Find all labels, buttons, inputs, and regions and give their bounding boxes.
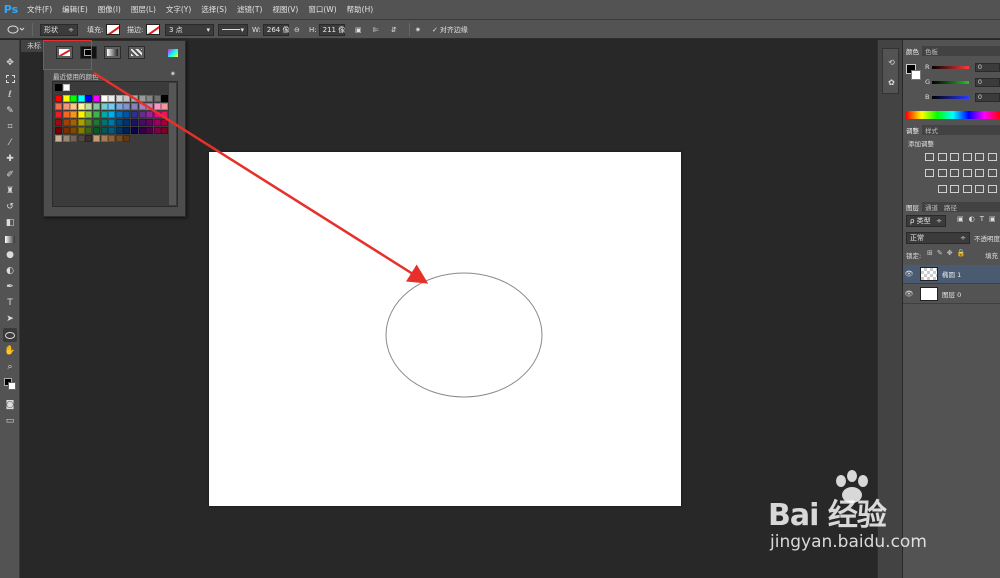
layer-thumbnail bbox=[920, 287, 938, 301]
blend-mode-value: 正常 bbox=[910, 234, 924, 242]
red-slider[interactable] bbox=[931, 65, 969, 69]
dock-strip: ⟲ ✿ bbox=[882, 48, 899, 94]
adjustment-icon[interactable] bbox=[950, 153, 959, 161]
tab-channels[interactable]: 通道 bbox=[922, 202, 941, 212]
baidu-jingyan-watermark: Bai 经验 jingyan.baidu.com bbox=[768, 470, 978, 565]
adjustment-icon[interactable] bbox=[962, 185, 972, 193]
adjustment-icon[interactable] bbox=[925, 153, 934, 161]
tab-paths[interactable]: 路径 bbox=[941, 202, 960, 212]
color-spectrum-bar[interactable] bbox=[906, 111, 1000, 119]
adjustment-icon[interactable] bbox=[962, 153, 972, 161]
green-slider[interactable] bbox=[931, 80, 969, 84]
adjustment-icon[interactable] bbox=[962, 169, 972, 177]
fill-label: 填充 bbox=[985, 252, 998, 260]
blend-mode-select[interactable]: 正常 ÷ bbox=[906, 232, 970, 244]
layer-thumbnail bbox=[920, 267, 938, 281]
history-icon[interactable]: ⟲ bbox=[883, 55, 900, 69]
adjustment-icon[interactable] bbox=[937, 153, 947, 161]
adjustment-icon[interactable] bbox=[937, 169, 947, 177]
layer-filter-select[interactable]: ρ 类型 ÷ bbox=[906, 215, 946, 227]
blue-channel-row[interactable]: B 0 bbox=[925, 92, 1000, 102]
background-color-swatch[interactable] bbox=[911, 70, 921, 80]
adjustment-icon[interactable] bbox=[937, 185, 947, 193]
layer-name: 椭圆 1 bbox=[942, 271, 962, 279]
lock-icons[interactable]: ⊞✎✥🔒 bbox=[927, 249, 969, 257]
eye-icon[interactable]: 👁 bbox=[903, 270, 915, 278]
red-channel-row[interactable]: R 0 bbox=[925, 62, 1000, 72]
color-panel-tabs: 颜色 色板 bbox=[903, 46, 1000, 56]
tab-adjustments[interactable]: 调整 bbox=[903, 125, 922, 135]
eye-icon[interactable]: 👁 bbox=[903, 290, 915, 298]
watermark-logo-text: Bai 经验 bbox=[768, 498, 887, 533]
tab-styles[interactable]: 样式 bbox=[922, 125, 941, 135]
add-adjustment-label: 添加调整 bbox=[908, 140, 934, 148]
adjustment-icon[interactable] bbox=[975, 169, 984, 177]
blue-value[interactable]: 0 bbox=[974, 92, 1000, 102]
tab-swatches[interactable]: 色板 bbox=[922, 46, 941, 56]
layer-name: 图层 0 bbox=[942, 291, 962, 299]
blue-slider[interactable] bbox=[931, 95, 969, 99]
adjustment-icon[interactable] bbox=[975, 153, 984, 161]
adjustments-panel-tabs: 调整 样式 bbox=[903, 125, 1000, 135]
tab-color[interactable]: 颜色 bbox=[903, 46, 922, 56]
tab-layers[interactable]: 图层 bbox=[903, 202, 922, 212]
layer-filter-value: ρ 类型 bbox=[910, 217, 931, 225]
opacity-label: 不透明度 bbox=[974, 235, 1000, 243]
layer-row-ellipse[interactable]: 👁 椭圆 1 bbox=[903, 265, 1000, 284]
adjustment-icon[interactable] bbox=[950, 185, 959, 193]
adjustment-icon[interactable] bbox=[925, 169, 934, 177]
green-value[interactable]: 0 bbox=[974, 77, 1000, 87]
lock-label: 锁定: bbox=[906, 252, 922, 260]
adjustment-icon[interactable] bbox=[987, 169, 997, 177]
brush-preset-icon[interactable]: ✿ bbox=[883, 75, 900, 89]
watermark-url: jingyan.baidu.com bbox=[770, 532, 927, 552]
red-value[interactable]: 0 bbox=[974, 62, 1000, 72]
adjustment-icon[interactable] bbox=[987, 153, 997, 161]
layer-row-background[interactable]: 👁 图层 0 bbox=[903, 285, 1000, 304]
green-channel-row[interactable]: G 0 bbox=[925, 77, 1000, 87]
layers-panel-tabs: 图层 通道 路径 bbox=[903, 202, 1000, 212]
adjustment-icon[interactable] bbox=[975, 185, 984, 193]
adjustment-icon[interactable] bbox=[987, 185, 997, 193]
adjustment-icon[interactable] bbox=[950, 169, 959, 177]
layer-filter-icons[interactable]: ▣◐T▣ bbox=[957, 215, 1000, 223]
